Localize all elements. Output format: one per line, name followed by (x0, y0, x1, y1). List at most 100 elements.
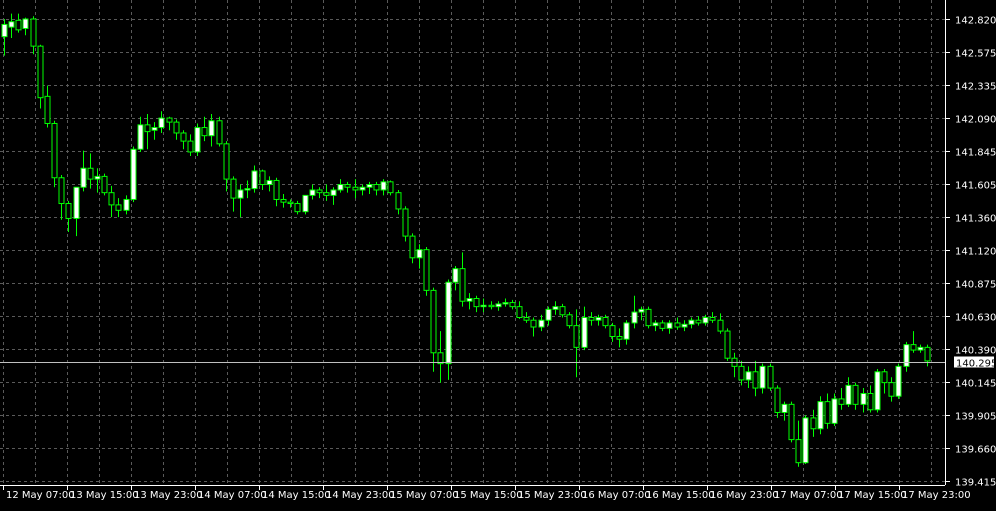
candle (817, 396, 824, 435)
y-tick-label: 141.605 (955, 181, 996, 192)
candle-body-bull (445, 281, 452, 365)
candle-body-bear (695, 319, 702, 324)
x-tick-label: 15 May 23:00 (518, 490, 587, 501)
candle (645, 306, 652, 329)
candle-body-bear (867, 392, 874, 411)
candle (194, 123, 201, 157)
y-tick-label: 141.360 (955, 214, 996, 225)
candle-body-bear (509, 302, 516, 308)
y-tick-label: 139.415 (955, 478, 996, 489)
candle-body-bear (87, 167, 94, 180)
candle-body-bull (208, 120, 215, 137)
candle-body-bear (280, 198, 287, 203)
candle-body-bull (380, 181, 387, 191)
candle-body-bear (674, 322, 681, 328)
candle-body-bear (259, 170, 266, 186)
candle-body-bear (173, 121, 180, 134)
x-tick-label: 16 May 07:00 (582, 490, 651, 501)
candle-body-bear (37, 45, 44, 99)
candle-body-bear (459, 268, 466, 302)
candle-body-bull (158, 117, 165, 129)
candle-body-bear (323, 192, 330, 196)
y-tick-label: 140.875 (955, 280, 996, 291)
candle (402, 206, 409, 242)
y-tick-label: 139.905 (955, 412, 996, 423)
x-tick-label: 13 May 23:00 (134, 490, 203, 501)
candle-body-bull (802, 417, 809, 464)
candle-body-bear (65, 203, 72, 219)
current-price-label: 140.295 (954, 356, 996, 370)
y-tick-label: 141.120 (955, 247, 996, 258)
candle-body-bull (80, 167, 87, 188)
candle (874, 369, 881, 413)
candle-body-bear (810, 417, 817, 430)
candle-body-bear (559, 306, 566, 316)
candle-body-bull (552, 306, 559, 310)
x-tick-label: 17 May 15:00 (838, 490, 907, 501)
candle-body-bear (924, 346, 931, 362)
y-tick-label: 140.390 (955, 346, 996, 357)
x-tick-label: 15 May 07:00 (390, 490, 459, 501)
x-tick-label: 15 May 15:00 (454, 490, 523, 501)
candle-body-bull (416, 249, 423, 259)
candle (767, 363, 774, 391)
candle-body-bull (1, 23, 8, 38)
candle-body-bull (502, 302, 509, 305)
candle-body-bear (423, 249, 430, 291)
candle-body-bear (588, 317, 595, 321)
candle-body-bull (366, 184, 373, 188)
candle-body-bear (717, 319, 724, 332)
candle-body-bull (538, 319, 545, 328)
candle-body-bull (702, 317, 709, 324)
x-tick-label: 17 May 07:00 (774, 490, 843, 501)
candle-body-bear (430, 289, 437, 354)
candle-body-bull (237, 189, 244, 199)
candle-body-bull (845, 384, 852, 405)
candle-body-bull (302, 194, 309, 213)
x-tick-label: 16 May 15:00 (646, 490, 715, 501)
candle-body-bear (910, 344, 917, 351)
candle-body-bear (473, 298, 480, 308)
candle-body-bull (251, 170, 258, 190)
candle-body-bull (874, 371, 881, 411)
candle (788, 401, 795, 443)
candle-body-bear (101, 175, 108, 194)
candle-body-bear (881, 371, 888, 384)
y-tick-label: 142.335 (955, 82, 996, 93)
candle (51, 120, 58, 188)
candle-body-bull (151, 127, 158, 131)
candle-body-bear (523, 317, 530, 321)
candle-body-bear (166, 117, 173, 123)
candle-body-bull (194, 127, 201, 153)
candle-body-bear (838, 398, 845, 405)
x-tick-label: 16 May 23:00 (710, 490, 779, 501)
candle (802, 415, 809, 465)
y-tick-label: 142.575 (955, 49, 996, 60)
candle-body-bull (130, 148, 137, 200)
candle-body-bear (738, 365, 745, 381)
candle-body-bull (137, 124, 144, 150)
candle-body-bull (123, 198, 130, 211)
candle-body-bear (316, 189, 323, 194)
candle-body-bear (888, 382, 895, 397)
y-tick-label: 140.145 (955, 379, 996, 390)
candle-body-bull (745, 371, 752, 381)
candle-body-bear (201, 127, 208, 137)
candle-body-bear (516, 306, 523, 319)
candle-body-bear (44, 95, 51, 124)
candle-body-bear (795, 439, 802, 464)
candle-body-bear (51, 122, 58, 179)
candle-body-bull (917, 346, 924, 351)
candle (387, 180, 394, 196)
candle-body-bear (180, 132, 187, 142)
candle-body-bull (495, 303, 502, 308)
candle-body-bear (294, 203, 301, 213)
x-tick-label: 17 May 23:00 (902, 490, 971, 501)
candle-body-bear (15, 19, 22, 31)
candle-body-bull (631, 311, 638, 324)
candle (130, 146, 137, 203)
x-tick-label: 14 May 07:00 (198, 490, 267, 501)
candle-body-bear (616, 335, 623, 340)
candle (724, 328, 731, 361)
candle-body-bull (638, 308, 645, 313)
